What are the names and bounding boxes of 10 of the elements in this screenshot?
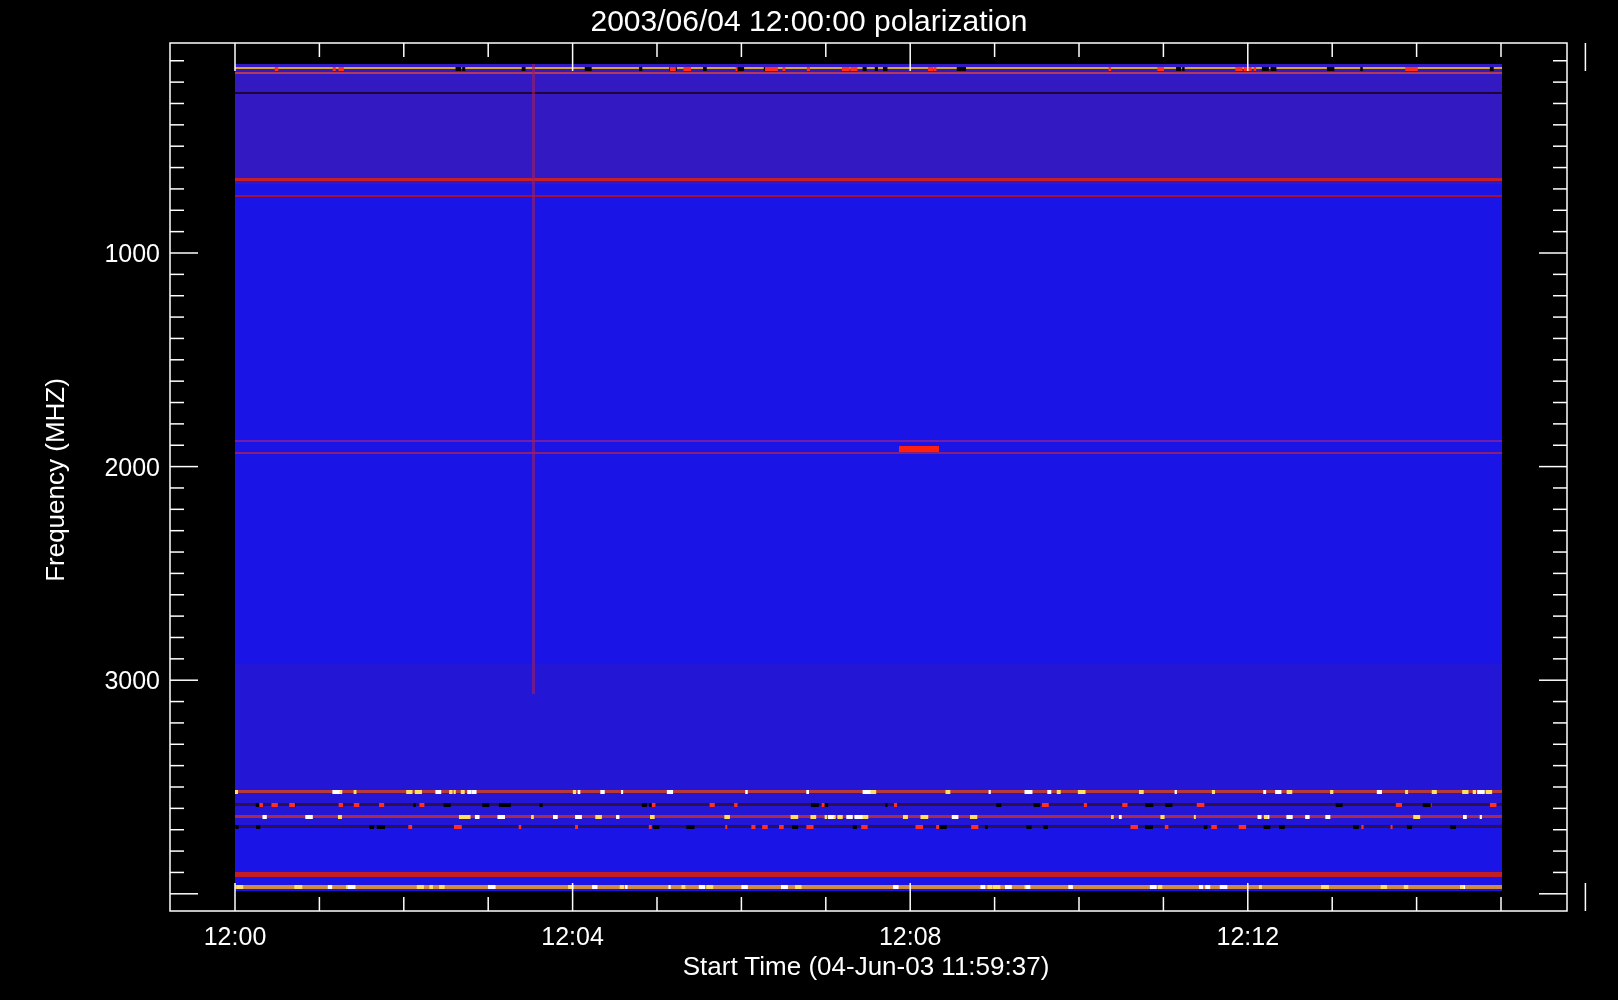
x-tick-label: 12:00 [203,922,267,950]
y-axis-label: Frequency (MHZ) [40,378,70,582]
y-tick-label: 3000 [104,666,160,695]
x-tick-label: 12:04 [541,922,604,950]
y-tick-label: 1000 [104,239,160,267]
y-tick-label: 2000 [104,452,160,481]
x-axis-label: Start Time (04-Jun-03 11:59:37) [682,951,1050,981]
x-tick-label: 12:08 [878,922,942,950]
x-tick-label: 12:12 [1216,922,1280,950]
plot-title: 2003/06/04 12:00:00 polarization [590,4,1028,37]
